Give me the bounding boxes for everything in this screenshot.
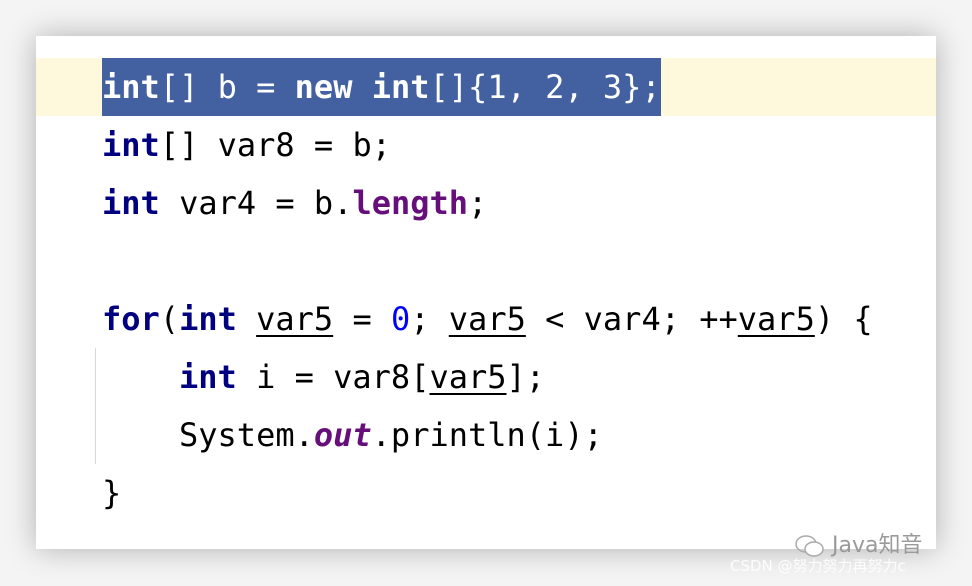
- code-token: System.: [179, 416, 314, 454]
- code-token: []{1, 2, 3};: [429, 68, 661, 106]
- code-token: var5: [429, 358, 507, 396]
- code-editor[interactable]: int[] b = new int[]{1, 2, 3}; int[] var8 …: [36, 36, 936, 549]
- code-token: ) {: [814, 300, 873, 338]
- code-token: int: [179, 358, 237, 396]
- code-text: }: [102, 464, 121, 522]
- code-token: var4 = b.: [159, 184, 353, 222]
- code-token: =: [333, 300, 391, 338]
- code-text: for(int var5 = 0; var5 < var4; ++var5) {: [102, 290, 873, 348]
- code-token: int: [179, 300, 237, 338]
- code-token: var5: [448, 300, 526, 338]
- code-token: }: [102, 474, 122, 512]
- code-line[interactable]: int[] b = new int[]{1, 2, 3};: [36, 58, 936, 116]
- code-line[interactable]: int i = var8[var5];: [36, 348, 936, 406]
- code-line[interactable]: [36, 232, 936, 290]
- code-token: [] b =: [159, 68, 295, 106]
- code-text: int i = var8[var5];: [179, 348, 545, 406]
- code-token: ;: [410, 300, 449, 338]
- code-token: var5: [256, 300, 334, 338]
- code-line[interactable]: System.out.println(i);: [36, 406, 936, 464]
- code-token: int: [371, 68, 430, 106]
- code-token: length: [352, 184, 469, 222]
- code-token: for: [102, 300, 160, 338]
- code-token: [] var8 = b;: [159, 126, 391, 164]
- code-token: ];: [506, 358, 546, 396]
- code-line[interactable]: for(int var5 = 0; var5 < var4; ++var5) {: [36, 290, 936, 348]
- code-token: int: [102, 68, 160, 106]
- code-line[interactable]: }: [36, 464, 936, 522]
- code-token: 0: [390, 300, 411, 338]
- code-line[interactable]: int var4 = b.length;: [36, 174, 936, 232]
- code-token: int: [102, 126, 160, 164]
- code-token: var5: [737, 300, 815, 338]
- code-token: (: [159, 300, 180, 338]
- code-text: int[] var8 = b;: [102, 116, 391, 174]
- code-token: int: [102, 184, 160, 222]
- code-token: < var4; ++: [525, 300, 738, 338]
- code-text: int var4 = b.length;: [102, 174, 487, 232]
- code-token: ;: [468, 184, 488, 222]
- code-token: i = var8[: [236, 358, 430, 396]
- csdn-watermark: CSDN @努力努力再努力c: [730, 557, 906, 575]
- code-line[interactable]: int[] var8 = b;: [36, 116, 936, 174]
- code-token: .println(i);: [371, 416, 603, 454]
- selected-code: int[] b = new int[]{1, 2, 3};: [102, 58, 661, 116]
- code-text: System.out.println(i);: [179, 406, 603, 464]
- code-token: out: [313, 416, 372, 454]
- code-token: new: [294, 68, 353, 106]
